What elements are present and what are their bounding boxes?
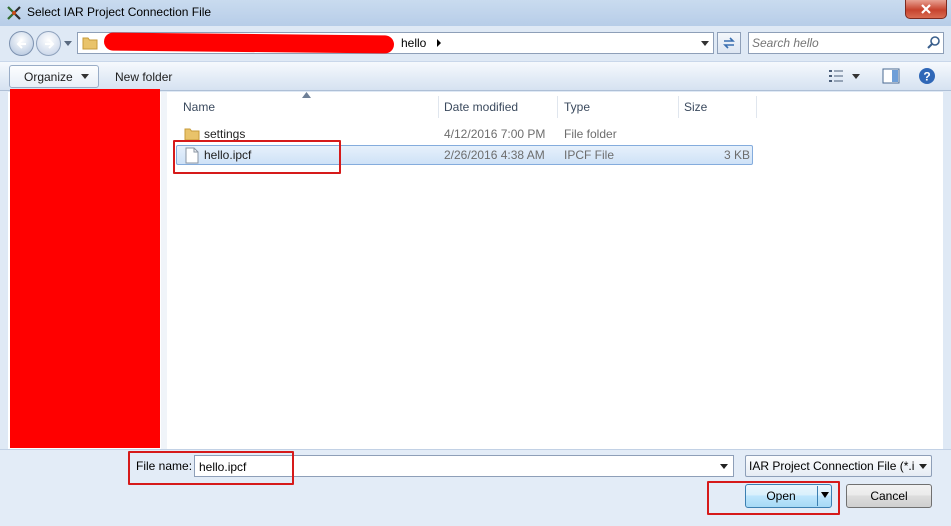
column-separator[interactable] bbox=[678, 96, 679, 118]
cancel-button[interactable]: Cancel bbox=[846, 484, 932, 508]
chevron-down-icon bbox=[701, 40, 709, 46]
highlight-box-open-button bbox=[707, 481, 840, 515]
svg-text:?: ? bbox=[923, 70, 930, 84]
folder-icon bbox=[184, 128, 200, 141]
chevron-down-icon[interactable] bbox=[719, 461, 729, 471]
view-options-chevron-icon[interactable] bbox=[851, 72, 861, 80]
chevron-down-icon bbox=[80, 74, 89, 79]
new-folder-button[interactable]: New folder bbox=[115, 70, 172, 84]
help-icon[interactable]: ? bbox=[918, 67, 936, 85]
window-title: Select IAR Project Connection File bbox=[27, 5, 212, 19]
iar-app-icon bbox=[7, 6, 21, 20]
highlight-box-selected-file bbox=[173, 140, 341, 174]
file-size bbox=[684, 124, 749, 144]
arrow-right-icon bbox=[44, 38, 54, 49]
close-button[interactable] bbox=[905, 0, 947, 19]
recent-locations-button[interactable] bbox=[63, 38, 73, 48]
file-date-modified: 4/12/2016 7:00 PM bbox=[444, 127, 546, 141]
file-type: IPCF File bbox=[564, 148, 615, 162]
file-size: 3 KB bbox=[723, 148, 750, 162]
breadcrumb-current-folder[interactable]: hello bbox=[401, 36, 426, 50]
arrow-left-icon bbox=[16, 38, 26, 49]
refresh-icon bbox=[723, 37, 735, 49]
file-type: File folder bbox=[564, 127, 617, 141]
address-dropdown-button[interactable] bbox=[699, 36, 711, 50]
search-icon[interactable] bbox=[926, 35, 941, 50]
column-separator[interactable] bbox=[438, 96, 439, 118]
forward-button[interactable] bbox=[36, 31, 61, 56]
column-header-name[interactable]: Name bbox=[183, 96, 437, 118]
sort-ascending-icon bbox=[302, 92, 311, 98]
file-date-modified: 2/26/2016 4:38 AM bbox=[444, 148, 545, 162]
file-type-filter-value: IAR Project Connection File (*.ipcf) bbox=[749, 459, 915, 473]
column-header-type[interactable]: Type bbox=[564, 96, 676, 118]
highlight-box-file-name bbox=[128, 451, 294, 485]
folder-icon bbox=[82, 37, 98, 50]
column-header-date-modified[interactable]: Date modified bbox=[444, 96, 556, 118]
back-button[interactable] bbox=[9, 31, 34, 56]
chevron-down-icon bbox=[64, 40, 72, 46]
chevron-down-icon[interactable] bbox=[918, 461, 928, 471]
search-input[interactable] bbox=[752, 35, 917, 51]
column-separator[interactable] bbox=[756, 96, 757, 118]
refresh-button[interactable] bbox=[717, 32, 741, 54]
redacted-path bbox=[103, 32, 395, 54]
organize-label: Organize bbox=[24, 69, 73, 84]
view-details-icon[interactable] bbox=[828, 69, 844, 83]
column-separator[interactable] bbox=[557, 96, 558, 118]
column-header-size[interactable]: Size bbox=[684, 96, 754, 118]
redacted-navigation-pane bbox=[10, 89, 160, 448]
preview-pane-icon[interactable] bbox=[882, 68, 900, 84]
breadcrumb-arrow-icon[interactable] bbox=[435, 38, 443, 48]
organize-button[interactable]: Organize bbox=[9, 65, 99, 88]
close-x-icon bbox=[921, 4, 931, 14]
